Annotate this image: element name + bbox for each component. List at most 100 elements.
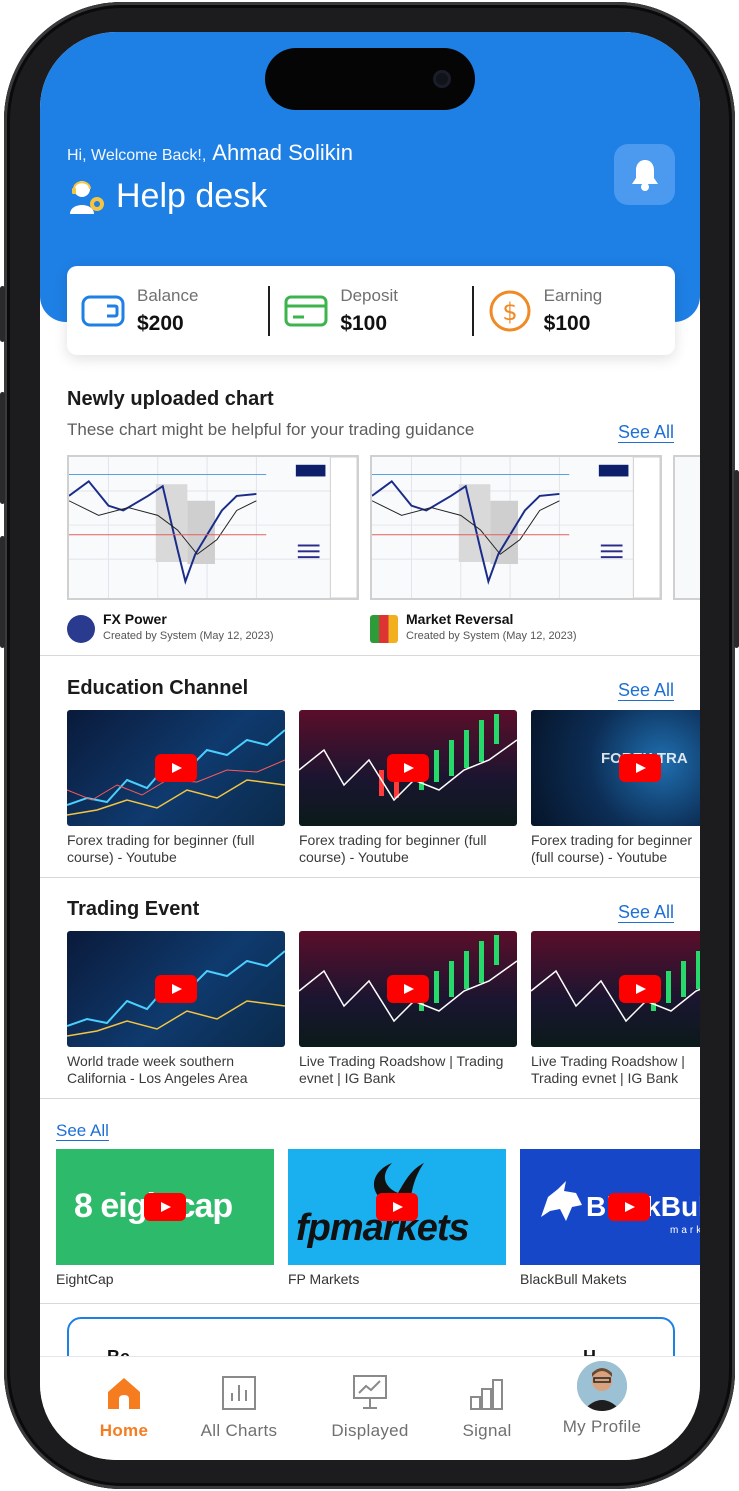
home-icon xyxy=(108,1378,140,1409)
page-title: Help desk xyxy=(116,176,268,215)
notification-button[interactable] xyxy=(614,144,675,205)
section-subtitle-charts: These chart might be helpful for your tr… xyxy=(67,420,475,439)
video-card[interactable]: Forex trading for beginner (full course)… xyxy=(299,710,517,866)
bottom-tab-bar: Home All Charts Displayed Signal My Prof… xyxy=(40,1356,700,1460)
bell-icon xyxy=(631,159,658,191)
event-thumbnail xyxy=(531,931,700,1047)
video-thumbnail xyxy=(67,710,285,826)
stat-balance[interactable]: Balance $200 xyxy=(67,266,268,355)
broker-logo-tile: fpmarkets xyxy=(288,1149,506,1265)
video-thumbnail xyxy=(299,710,517,826)
side-button xyxy=(734,470,739,648)
event-card[interactable]: Live Trading Roadshow | Trading evnet | … xyxy=(299,931,517,1087)
stat-value: $100 xyxy=(543,311,591,335)
broker-logo-tile: BlackBull markets xyxy=(520,1149,700,1265)
chart-author-avatar xyxy=(67,615,95,643)
card-icon xyxy=(284,295,328,326)
section-title-events: Trading Event xyxy=(67,898,200,920)
event-caption: Live Trading Roadshow | Trading evnet | … xyxy=(531,1053,685,1086)
chart-card[interactable] xyxy=(673,455,700,600)
app-screen: Hi, Welcome Back!, Ahmad Solikin Help de… xyxy=(40,32,700,1460)
divider xyxy=(40,1098,700,1099)
event-caption: Live Trading Roadshow | Trading evnet | … xyxy=(299,1053,504,1086)
see-all-events-link[interactable]: See All xyxy=(618,902,674,923)
tab-my-profile[interactable]: My Profile xyxy=(542,1361,662,1437)
dollar-coin-icon: $ xyxy=(489,290,531,331)
broker-card[interactable]: BlackBull markets BlackBull Makets xyxy=(520,1149,700,1287)
stat-label: Earning xyxy=(543,285,603,305)
presentation-icon xyxy=(353,1375,387,1409)
stat-deposit[interactable]: Deposit $100 xyxy=(268,285,471,336)
greeting-text: Hi, Welcome Back!, xyxy=(67,147,207,164)
play-icon[interactable] xyxy=(155,754,197,782)
tab-label: Home xyxy=(99,1421,149,1440)
page-title-row: Help desk xyxy=(66,176,267,216)
section-title-education: Education Channel xyxy=(67,677,249,699)
play-icon[interactable] xyxy=(387,754,429,782)
broker-caption: EightCap xyxy=(56,1271,114,1287)
see-all-education-link[interactable]: See All xyxy=(618,680,674,701)
stat-label: Balance xyxy=(137,285,199,305)
play-icon[interactable] xyxy=(387,975,429,1003)
video-card[interactable]: FOREX TRA Forex trading for beginner (fu… xyxy=(531,710,700,866)
tab-label: Displayed xyxy=(331,1421,409,1440)
greeting: Hi, Welcome Back!, Ahmad Solikin xyxy=(67,140,353,166)
user-name: Ahmad Solikin xyxy=(212,140,353,165)
avatar xyxy=(577,1361,627,1411)
broker-card[interactable]: 8 eightcap EightCap xyxy=(56,1149,274,1287)
tab-home[interactable]: Home xyxy=(64,1371,184,1441)
divider xyxy=(40,1303,700,1304)
svg-text:$: $ xyxy=(502,298,517,326)
tab-displayed[interactable]: Displayed xyxy=(310,1371,430,1441)
see-all-charts-link[interactable]: See All xyxy=(618,422,674,443)
event-thumbnail xyxy=(67,931,285,1047)
video-caption: Forex trading for beginner (full course)… xyxy=(299,832,487,865)
stat-earning[interactable]: $ Earning $100 xyxy=(471,285,675,336)
play-icon[interactable] xyxy=(619,975,661,1003)
chart-created-by: Created by System (May 12, 2023) xyxy=(406,630,577,642)
event-caption: World trade week southern California - L… xyxy=(67,1053,248,1086)
video-caption: Forex trading for beginner (full course)… xyxy=(531,832,693,865)
tab-label: All Charts xyxy=(200,1421,278,1440)
play-icon[interactable] xyxy=(155,975,197,1003)
tab-label: Signal xyxy=(462,1421,512,1440)
event-card[interactable]: Live Trading Roadshow | Trading evnet | … xyxy=(531,931,700,1087)
event-thumbnail xyxy=(299,931,517,1047)
stat-value: $100 xyxy=(340,311,388,335)
tab-all-charts[interactable]: All Charts xyxy=(179,1371,299,1441)
play-icon[interactable] xyxy=(144,1193,186,1221)
stats-card: Balance $200 Deposit $100 $ Earning $100 xyxy=(67,266,675,355)
chart-thumbnail xyxy=(67,455,359,600)
chart-author-avatar xyxy=(370,615,398,643)
tab-signal[interactable]: Signal xyxy=(427,1371,547,1441)
helpdesk-agent-icon xyxy=(70,181,104,214)
see-all-brokers-link[interactable]: See All xyxy=(56,1121,109,1141)
chart-name: FX Power xyxy=(103,611,167,627)
side-button xyxy=(0,536,5,648)
tab-label: My Profile xyxy=(562,1417,642,1436)
broker-card[interactable]: fpmarkets FP Markets xyxy=(288,1149,506,1287)
stat-label: Deposit xyxy=(340,285,398,305)
side-button xyxy=(0,286,5,342)
broker-logo-subtext: markets xyxy=(670,1225,700,1236)
side-button xyxy=(0,392,5,504)
bar-chart-icon xyxy=(222,1376,256,1410)
broker-caption: BlackBull Makets xyxy=(520,1271,627,1287)
video-thumbnail: FOREX TRA xyxy=(531,710,700,826)
section-title-charts: Newly uploaded chart xyxy=(67,388,274,410)
divider xyxy=(40,655,700,656)
chart-thumbnail xyxy=(370,455,662,600)
event-card[interactable]: World trade week southern California - L… xyxy=(67,931,285,1087)
play-icon[interactable] xyxy=(376,1193,418,1221)
play-icon[interactable] xyxy=(619,754,661,782)
chart-card[interactable]: Market Reversal Created by System (May 1… xyxy=(370,455,662,643)
chart-thumbnail xyxy=(673,455,700,600)
broker-logo-tile: 8 eightcap xyxy=(56,1149,274,1265)
signal-bars-icon xyxy=(470,1379,503,1410)
play-icon[interactable] xyxy=(608,1193,650,1221)
chart-created-by: Created by System (May 12, 2023) xyxy=(103,630,274,642)
dynamic-island xyxy=(265,48,475,110)
video-card[interactable]: Forex trading for beginner (full course)… xyxy=(67,710,285,866)
video-caption: Forex trading for beginner (full course)… xyxy=(67,832,255,865)
chart-card[interactable]: FX Power Created by System (May 12, 2023… xyxy=(67,455,359,643)
